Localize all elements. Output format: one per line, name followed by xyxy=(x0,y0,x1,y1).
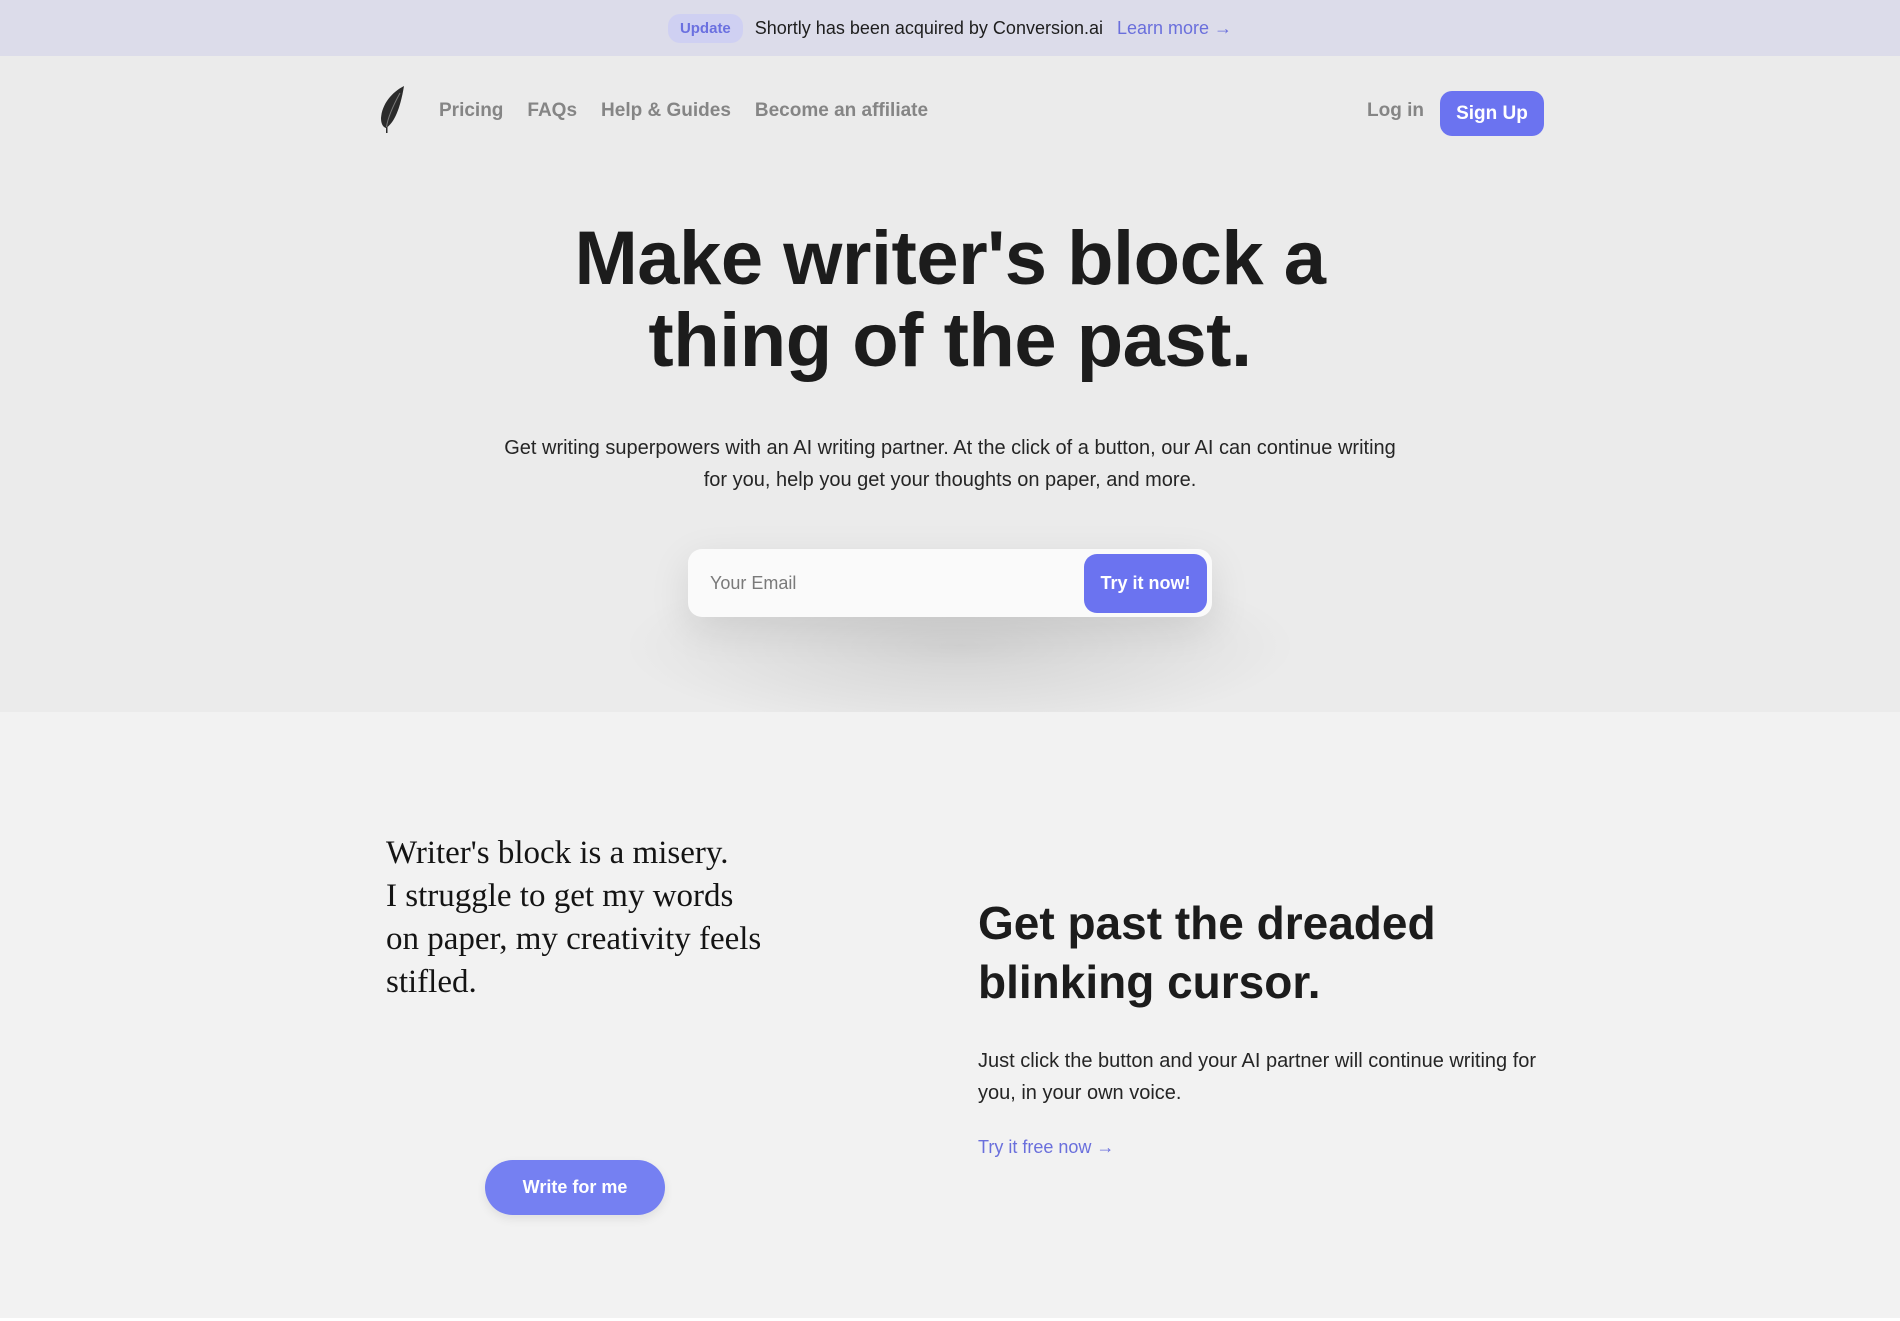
write-for-me-button[interactable]: Write for me xyxy=(485,1160,665,1215)
quote-line: Writer's block is a misery. xyxy=(386,835,729,871)
hero-title: Make writer's block a thing of the past. xyxy=(0,218,1900,382)
email-signup-form: Try it now! xyxy=(688,549,1212,617)
try-it-now-button[interactable]: Try it now! xyxy=(1084,554,1207,613)
learn-more-link[interactable]: Learn more → xyxy=(1117,18,1232,39)
try-free-link[interactable]: Try it free now → xyxy=(978,1137,1114,1158)
signup-button[interactable]: Sign Up xyxy=(1440,91,1544,136)
hero-subtitle: Get writing superpowers with an AI writi… xyxy=(504,437,1396,491)
hero-section: Pricing FAQs Help & Guides Become an aff… xyxy=(0,56,1900,736)
quote-line: I struggle to get my words xyxy=(386,878,734,914)
feature-title: Get past the dreaded blinking cursor. xyxy=(978,894,1578,1012)
nav-link-help-guides[interactable]: Help & Guides xyxy=(601,100,731,122)
feather-icon[interactable] xyxy=(378,84,406,134)
quote-line: on paper, my creativity feels xyxy=(386,921,762,957)
nav-link-affiliate[interactable]: Become an affiliate xyxy=(755,100,928,122)
feature-body: Just click the button and your AI partne… xyxy=(978,1050,1537,1104)
feature-title-line-2: blinking cursor. xyxy=(978,956,1321,1008)
writer-quote: Writer's block is a misery. I struggle t… xyxy=(386,832,816,1004)
nav-link-pricing[interactable]: Pricing xyxy=(439,100,503,122)
hero-title-line-1: Make writer's block a xyxy=(574,216,1326,301)
nav-link-faqs[interactable]: FAQs xyxy=(527,100,577,122)
feature-title-line-1: Get past the dreaded xyxy=(978,897,1436,949)
announcement-bar: Update Shortly has been acquired by Conv… xyxy=(0,0,1900,56)
announcement-message: Shortly has been acquired by Conversion.… xyxy=(754,17,1103,38)
quote-line: stifled. xyxy=(386,964,477,1000)
nav-links: Pricing FAQs Help & Guides Become an aff… xyxy=(439,100,928,122)
top-nav: Pricing FAQs Help & Guides Become an aff… xyxy=(0,56,1900,168)
update-badge: Update xyxy=(667,13,743,43)
hero-title-line-2: thing of the past. xyxy=(648,298,1252,383)
email-input[interactable] xyxy=(710,565,1070,601)
feature-section: Writer's block is a misery. I struggle t… xyxy=(0,712,1900,1318)
login-link[interactable]: Log in xyxy=(1367,100,1424,122)
